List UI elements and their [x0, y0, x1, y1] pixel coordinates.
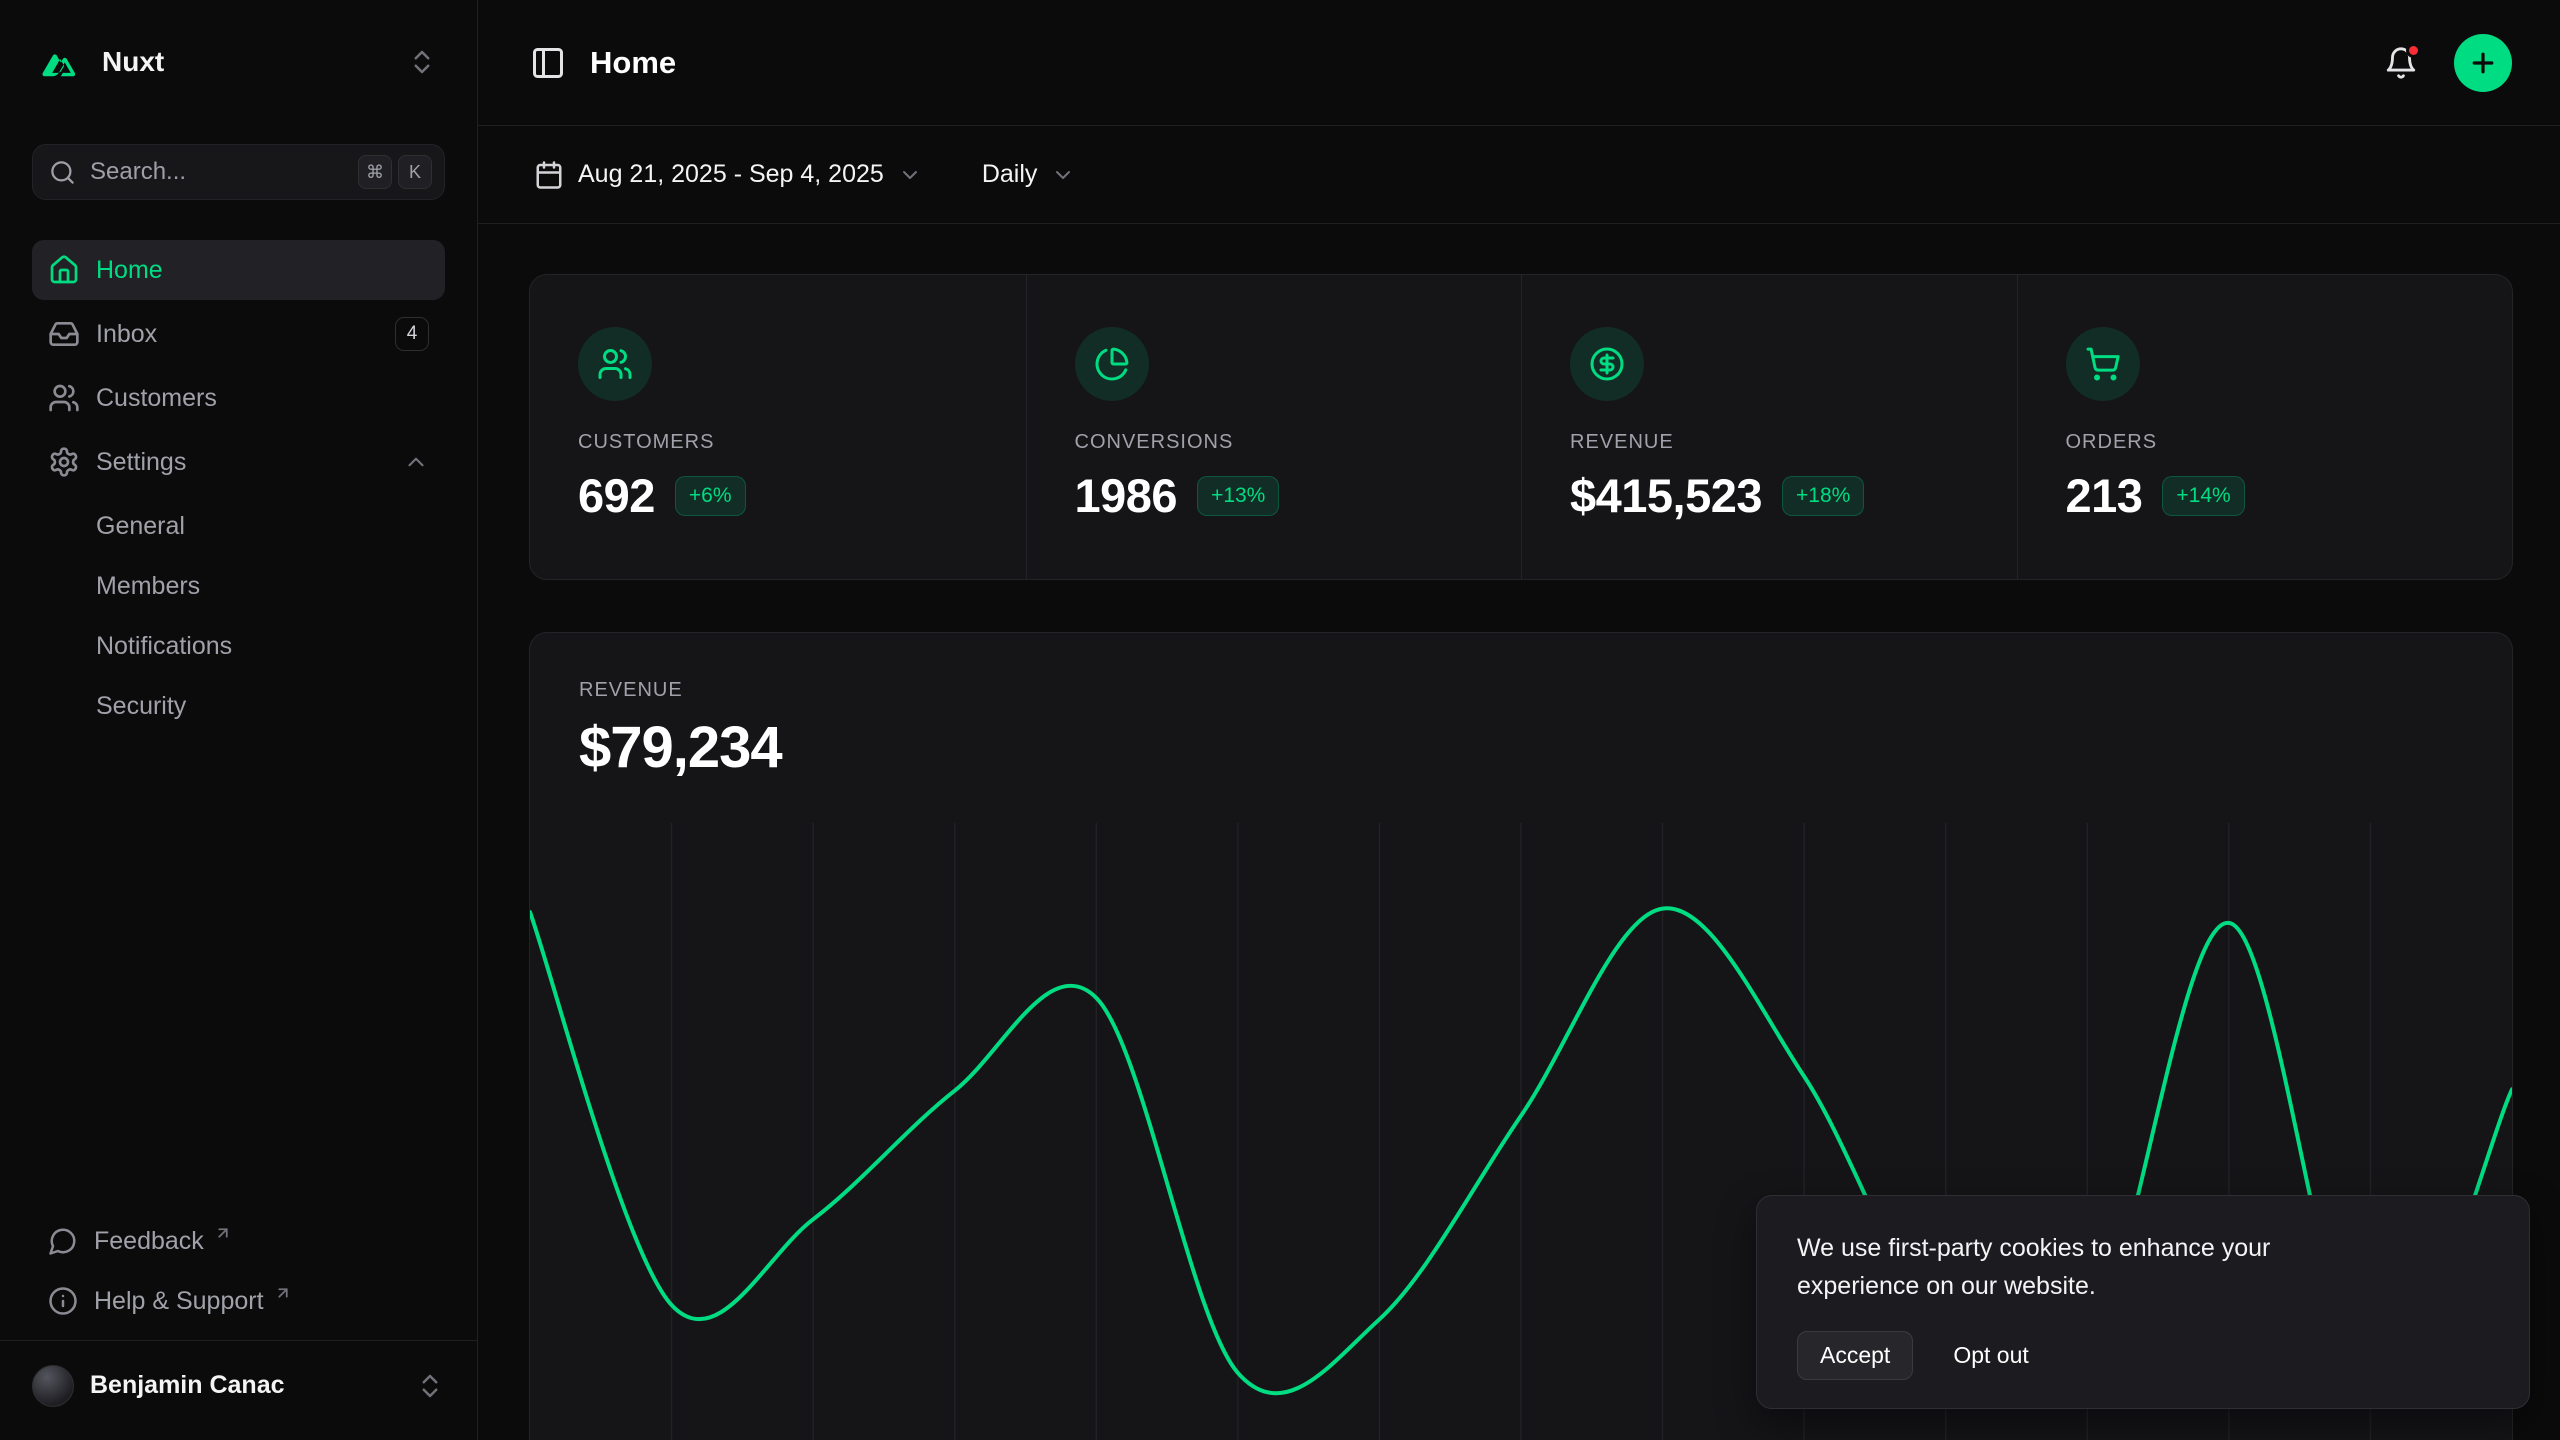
avatar	[32, 1365, 74, 1407]
panel-left-icon	[530, 45, 566, 81]
feedback-link[interactable]: Feedback	[32, 1212, 445, 1270]
user-menu[interactable]: Benjamin Canac	[0, 1340, 477, 1430]
chevrons-up-down-icon	[415, 1371, 445, 1401]
revenue-chart-label: REVENUE	[579, 679, 2463, 702]
main-area: Home Aug 21, 2025 - Sep 4, 2025 Daily	[478, 0, 2560, 1440]
kbd-k: K	[398, 155, 432, 189]
feedback-label: Feedback	[94, 1227, 204, 1256]
search-kbd-group: ⌘ K	[358, 155, 432, 189]
settings-subnav: General Members Notifications Security	[32, 496, 445, 736]
stat-delta-badge: +6%	[675, 476, 746, 516]
team-switcher[interactable]: Nuxt	[32, 36, 445, 88]
sidebar-item-inbox[interactable]: Inbox 4	[32, 304, 445, 364]
sidebar-footer: Feedback Help & Support Benjamin Canac	[32, 1212, 445, 1440]
sidebar-item-label: General	[96, 512, 185, 541]
stat-value: 692	[578, 468, 655, 523]
cookie-optout-button[interactable]: Opt out	[1949, 1332, 2032, 1379]
page-title: Home	[590, 45, 676, 81]
sidebar: Nuxt Search... ⌘ K Home Inbox 4	[0, 0, 478, 1440]
stat-label: REVENUE	[1570, 431, 1969, 454]
sidebar-nav: Home Inbox 4 Customers Settings General	[32, 240, 445, 736]
inbox-icon	[48, 318, 80, 350]
plus-icon	[2468, 48, 2498, 78]
sidebar-item-notifications[interactable]: Notifications	[32, 616, 445, 676]
stat-card-customers[interactable]: CUSTOMERS 692 +6%	[530, 275, 1026, 579]
chevron-up-icon	[403, 449, 429, 475]
notification-dot	[2406, 43, 2421, 58]
filters-toolbar: Aug 21, 2025 - Sep 4, 2025 Daily	[478, 126, 2560, 224]
stat-label: ORDERS	[2066, 431, 2465, 454]
sidebar-item-label: Members	[96, 572, 200, 601]
stat-card-revenue[interactable]: REVENUE $415,523 +18%	[1521, 275, 2017, 579]
sidebar-item-label: Home	[96, 256, 163, 285]
inbox-count-badge: 4	[395, 317, 429, 351]
info-icon	[48, 1286, 78, 1316]
chevron-down-icon	[1051, 163, 1075, 187]
header-actions	[2384, 34, 2512, 92]
sidebar-item-label: Notifications	[96, 632, 232, 661]
sidebar-item-home[interactable]: Home	[32, 240, 445, 300]
date-range-value: Aug 21, 2025 - Sep 4, 2025	[578, 160, 884, 189]
team-name: Nuxt	[102, 46, 164, 78]
date-range-picker[interactable]: Aug 21, 2025 - Sep 4, 2025	[530, 152, 926, 198]
chevrons-up-down-icon	[407, 47, 437, 77]
house-icon	[48, 254, 80, 286]
cookie-accept-button[interactable]: Accept	[1797, 1331, 1913, 1380]
revenue-chart-value: $79,234	[579, 714, 2463, 781]
sidebar-item-members[interactable]: Members	[32, 556, 445, 616]
user-name: Benjamin Canac	[90, 1371, 285, 1400]
chevron-down-icon	[898, 163, 922, 187]
stat-delta-badge: +14%	[2162, 476, 2244, 516]
chart-pie-icon	[1075, 327, 1149, 401]
shopping-cart-icon	[2066, 327, 2140, 401]
add-button[interactable]	[2454, 34, 2512, 92]
stat-card-orders[interactable]: ORDERS 213 +14%	[2017, 275, 2513, 579]
stat-delta-badge: +13%	[1197, 476, 1279, 516]
message-circle-icon	[48, 1226, 78, 1256]
users-icon	[48, 382, 80, 414]
granularity-select[interactable]: Daily	[978, 152, 1080, 197]
sidebar-toggle-button[interactable]	[530, 45, 566, 81]
nuxt-logo-icon	[40, 46, 84, 78]
kbd-meta: ⌘	[358, 155, 392, 189]
gear-icon	[48, 446, 80, 478]
stats-panel: CUSTOMERS 692 +6% CONVERSIONS 1986 +13%	[529, 274, 2513, 580]
stat-delta-badge: +18%	[1782, 476, 1864, 516]
sidebar-item-general[interactable]: General	[32, 496, 445, 556]
page-header: Home	[478, 0, 2560, 126]
stat-label: CUSTOMERS	[578, 431, 978, 454]
cookie-message: We use first-party cookies to enhance yo…	[1797, 1230, 2367, 1305]
users-icon	[578, 327, 652, 401]
circle-dollar-icon	[1570, 327, 1644, 401]
sidebar-item-label: Inbox	[96, 320, 157, 349]
stat-label: CONVERSIONS	[1075, 431, 1474, 454]
stat-value: 1986	[1075, 468, 1178, 523]
search-input[interactable]: Search... ⌘ K	[32, 144, 445, 200]
sidebar-item-label: Customers	[96, 384, 217, 413]
sidebar-item-security[interactable]: Security	[32, 676, 445, 736]
sidebar-item-label: Settings	[96, 448, 186, 477]
help-support-link[interactable]: Help & Support	[32, 1272, 445, 1330]
external-link-icon	[274, 1284, 292, 1302]
calendar-icon	[534, 160, 564, 190]
granularity-value: Daily	[982, 160, 1038, 189]
stat-card-conversions[interactable]: CONVERSIONS 1986 +13%	[1026, 275, 1522, 579]
sidebar-item-settings[interactable]: Settings	[32, 432, 445, 492]
search-placeholder: Search...	[90, 158, 186, 186]
notifications-button[interactable]	[2384, 46, 2418, 80]
help-support-label: Help & Support	[94, 1287, 264, 1316]
sidebar-item-customers[interactable]: Customers	[32, 368, 445, 428]
sidebar-item-label: Security	[96, 692, 186, 721]
external-link-icon	[214, 1224, 232, 1242]
stat-value: 213	[2066, 468, 2143, 523]
search-icon	[49, 159, 76, 186]
cookie-banner: We use first-party cookies to enhance yo…	[1756, 1195, 2530, 1409]
stat-value: $415,523	[1570, 468, 1762, 523]
app: Nuxt Search... ⌘ K Home Inbox 4	[0, 0, 2560, 1440]
